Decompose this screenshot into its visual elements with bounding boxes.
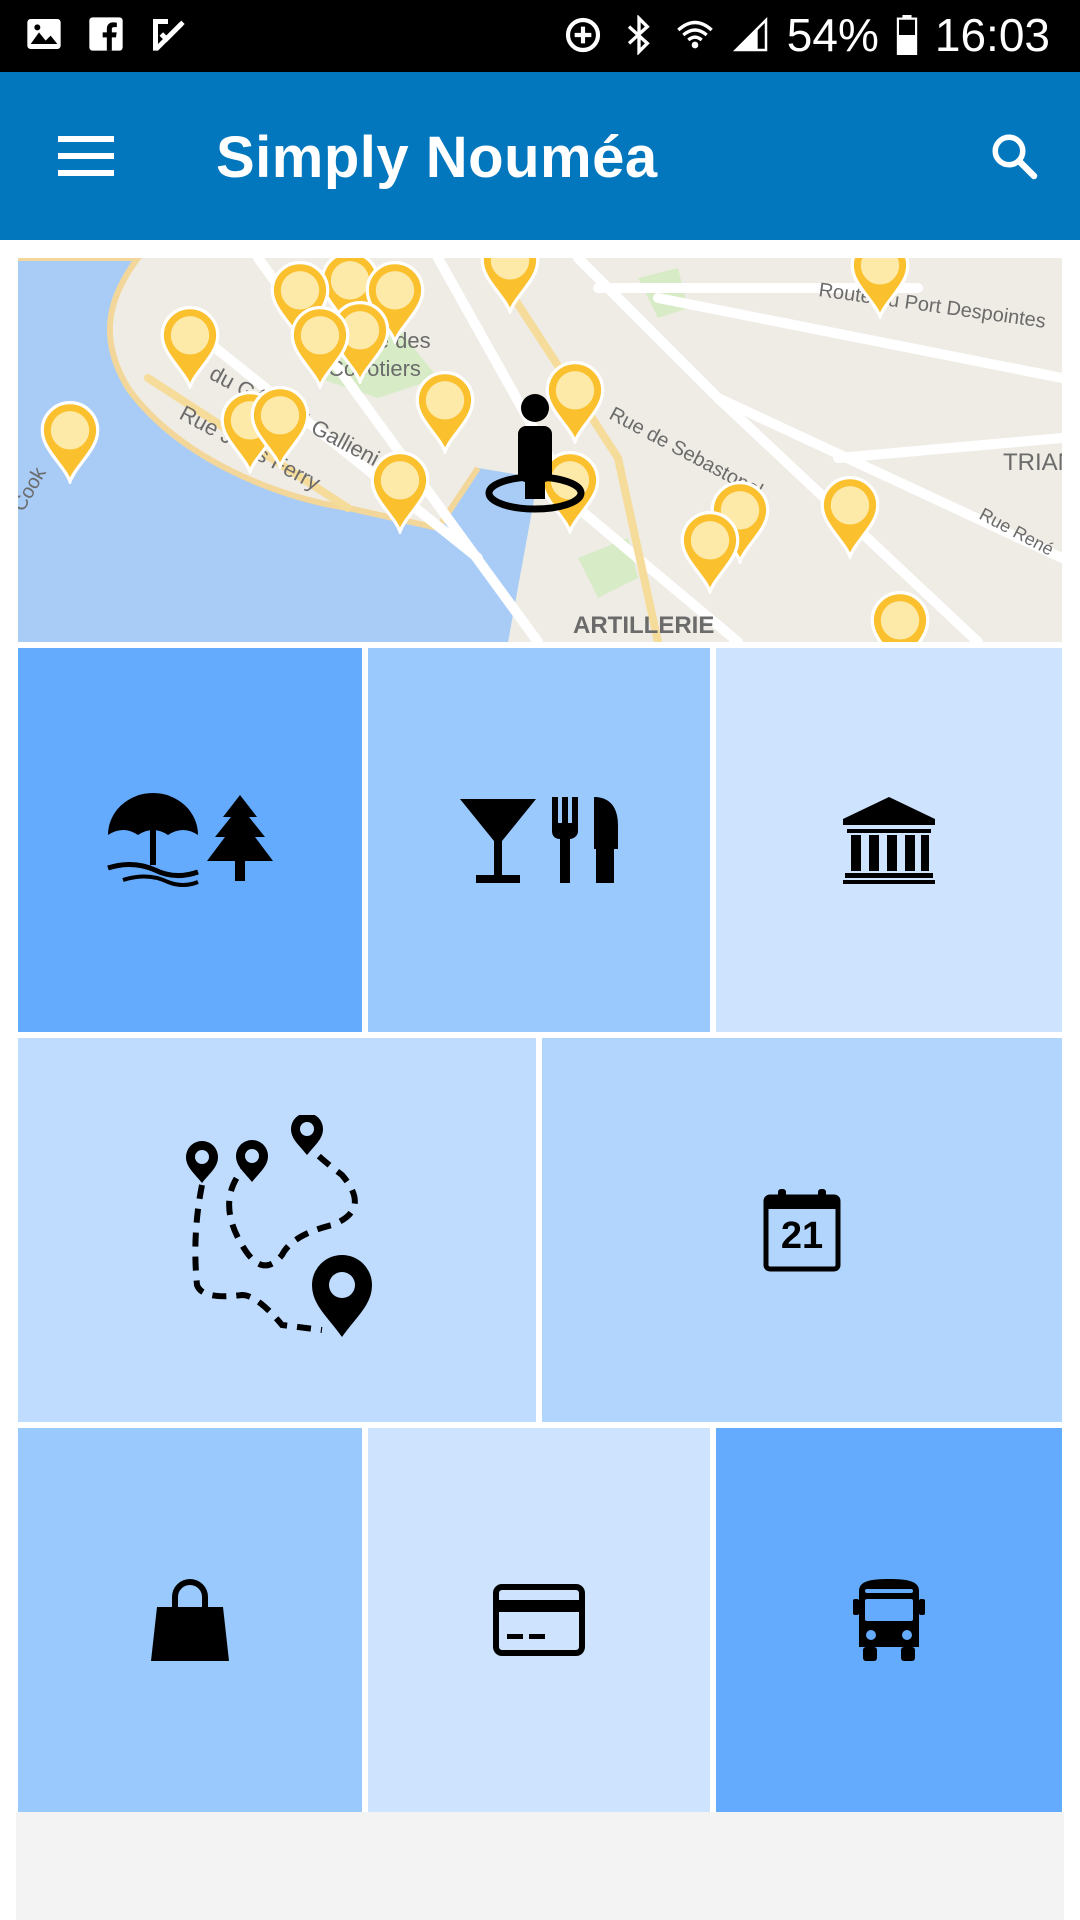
map-view[interactable]: Route du Port Despointes Place des Cocot…: [18, 258, 1062, 642]
beach-umbrella-icon: [107, 793, 199, 887]
checkmark-notification-icon: [153, 19, 185, 51]
svg-text:TRIANON: TRIANON: [1003, 449, 1062, 476]
transport-tile[interactable]: [716, 1428, 1062, 1812]
route-map-icon: [186, 1115, 372, 1337]
museum-icon: [843, 797, 935, 884]
data-saver-icon: [565, 17, 600, 53]
bus-icon: [853, 1579, 925, 1661]
search-button[interactable]: [984, 126, 1044, 186]
food-drink-tile[interactable]: [368, 648, 710, 1032]
tours-tile[interactable]: [18, 1038, 536, 1422]
search-icon: [992, 134, 1038, 180]
wifi-icon: [677, 20, 713, 49]
calendar-day: 21: [780, 1215, 824, 1257]
battery-percent: 54%: [786, 9, 879, 61]
shopping-tile[interactable]: [18, 1428, 362, 1812]
events-tile[interactable]: 21: [542, 1038, 1062, 1422]
facebook-icon: [89, 17, 123, 51]
shopping-bag-icon: [151, 1579, 229, 1661]
signal-icon: [732, 16, 768, 52]
cocktail-icon: [460, 799, 536, 883]
credit-card-icon: [493, 1584, 585, 1656]
battery-icon: [896, 15, 918, 55]
status-bar: 54% 16:03: [0, 0, 1080, 72]
fork-knife-icon: [552, 797, 618, 883]
calendar-icon: 21: [762, 1187, 842, 1273]
beach-nature-tile[interactable]: [18, 648, 362, 1032]
image-icon: [27, 19, 61, 49]
payment-tile[interactable]: [368, 1428, 710, 1812]
map-canvas: Route du Port Despointes Place des Cocot…: [18, 258, 1062, 642]
footer-section: [16, 1812, 1064, 1920]
menu-button[interactable]: [54, 124, 134, 188]
clock: 16:03: [934, 9, 1050, 61]
hamburger-menu-icon: [58, 136, 114, 176]
svg-text:ARTILLERIE: ARTILLERIE: [573, 612, 714, 639]
app-bar: Simply Nouméa: [0, 72, 1080, 240]
svg-text:Route du Port Despointes: Route du Port Despointes: [817, 279, 1047, 333]
app-title: Simply Nouméa: [216, 125, 658, 190]
pine-tree-icon: [207, 795, 273, 881]
culture-tile[interactable]: [716, 648, 1062, 1032]
svg-text:Rue René: Rue René: [976, 504, 1057, 560]
bluetooth-icon: [627, 15, 650, 55]
